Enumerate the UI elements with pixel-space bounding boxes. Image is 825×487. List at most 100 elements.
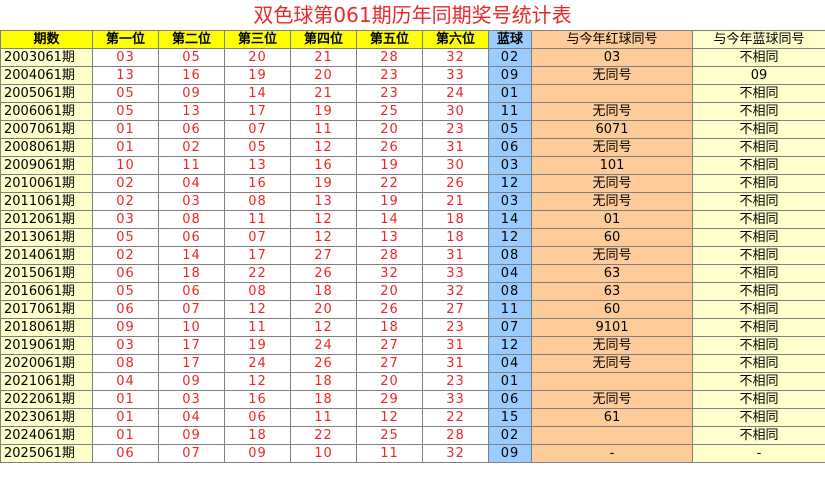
- same-red-cell: [531, 84, 693, 103]
- red-ball-cell: 10: [290, 444, 357, 463]
- red-ball-cell: 11: [290, 408, 357, 427]
- blue-ball-cell: 02: [488, 426, 532, 445]
- red-ball-cell: 23: [422, 120, 489, 139]
- red-ball-cell: 20: [356, 372, 423, 391]
- red-ball-cell: 13: [290, 192, 357, 211]
- same-blue-cell: 不相同: [692, 174, 825, 193]
- red-ball-cell: 20: [224, 48, 291, 67]
- red-ball-cell: 19: [290, 102, 357, 121]
- red-ball-cell: 20: [356, 120, 423, 139]
- same-red-cell: 01: [531, 210, 693, 229]
- red-ball-cell: 18: [290, 282, 357, 301]
- red-ball-cell: 28: [356, 246, 423, 265]
- red-ball-cell: 01: [92, 390, 159, 409]
- same-blue-cell: 不相同: [692, 84, 825, 103]
- blue-ball-cell: 12: [488, 228, 532, 247]
- same-red-cell: 无同号: [531, 102, 693, 121]
- table-row: 2005061期 05 09 14 21 23 24 01 不相同: [0, 84, 825, 103]
- period-cell: 2008061期: [0, 138, 93, 157]
- same-red-cell: 无同号: [531, 246, 693, 265]
- same-blue-cell: 不相同: [692, 264, 825, 283]
- red-ball-cell: 14: [158, 246, 225, 265]
- blue-ball-cell: 12: [488, 336, 532, 355]
- table-row: 2006061期 05 13 17 19 25 30 11 无同号 不相同: [0, 102, 825, 121]
- red-ball-cell: 08: [224, 192, 291, 211]
- red-ball-cell: 28: [356, 48, 423, 67]
- header-period: 期数: [0, 30, 93, 49]
- blue-ball-cell: 11: [488, 102, 532, 121]
- period-cell: 2019061期: [0, 336, 93, 355]
- page-title: 双色球第061期历年同期奖号统计表: [253, 3, 572, 27]
- red-ball-cell: 24: [224, 354, 291, 373]
- same-blue-cell: 不相同: [692, 48, 825, 67]
- red-ball-cell: 31: [422, 138, 489, 157]
- period-cell: 2009061期: [0, 156, 93, 175]
- period-cell: 2012061期: [0, 210, 93, 229]
- red-ball-cell: 14: [224, 84, 291, 103]
- same-blue-cell: 09: [692, 66, 825, 85]
- header-pos2: 第二位: [158, 30, 225, 49]
- red-ball-cell: 19: [224, 336, 291, 355]
- table-row: 2014061期 02 14 17 27 28 31 08 无同号 不相同: [0, 246, 825, 265]
- blue-ball-cell: 15: [488, 408, 532, 427]
- red-ball-cell: 31: [422, 246, 489, 265]
- red-ball-cell: 12: [356, 408, 423, 427]
- blue-ball-cell: 14: [488, 210, 532, 229]
- red-ball-cell: 18: [158, 264, 225, 283]
- red-ball-cell: 07: [224, 228, 291, 247]
- red-ball-cell: 04: [92, 372, 159, 391]
- red-ball-cell: 13: [224, 156, 291, 175]
- red-ball-cell: 03: [92, 210, 159, 229]
- red-ball-cell: 16: [224, 390, 291, 409]
- red-ball-cell: 22: [290, 426, 357, 445]
- table-row: 2021061期 04 09 12 18 20 23 01 不相同: [0, 372, 825, 391]
- table-row: 2012061期 03 08 11 12 14 18 14 01 不相同: [0, 210, 825, 229]
- red-ball-cell: 06: [158, 228, 225, 247]
- red-ball-cell: 27: [290, 246, 357, 265]
- red-ball-cell: 06: [92, 300, 159, 319]
- same-red-cell: 无同号: [531, 390, 693, 409]
- table-row: 2024061期 01 09 18 22 25 28 02 不相同: [0, 426, 825, 445]
- red-ball-cell: 09: [158, 372, 225, 391]
- same-red-cell: 60: [531, 300, 693, 319]
- same-blue-cell: 不相同: [692, 192, 825, 211]
- table-row: 2019061期 03 17 19 24 27 31 12 无同号 不相同: [0, 336, 825, 355]
- table-row: 2025061期 06 07 09 10 11 32 09- -: [0, 444, 825, 463]
- red-ball-cell: 09: [158, 426, 225, 445]
- red-ball-cell: 17: [158, 336, 225, 355]
- same-blue-cell: 不相同: [692, 426, 825, 445]
- header-same-blue: 与今年蓝球同号: [692, 30, 825, 49]
- header-blue: 蓝球: [488, 30, 532, 49]
- period-cell: 2004061期: [0, 66, 93, 85]
- red-ball-cell: 18: [422, 210, 489, 229]
- red-ball-cell: 08: [158, 210, 225, 229]
- same-blue-cell: 不相同: [692, 138, 825, 157]
- red-ball-cell: 05: [92, 282, 159, 301]
- blue-ball-cell: 09: [488, 66, 532, 85]
- red-ball-cell: 11: [290, 120, 357, 139]
- red-ball-cell: 32: [422, 48, 489, 67]
- red-ball-cell: 02: [92, 174, 159, 193]
- same-red-cell: 101: [531, 156, 693, 175]
- red-ball-cell: 16: [224, 174, 291, 193]
- table-row: 2004061期 13 16 19 20 23 33 09 无同号 09: [0, 66, 825, 85]
- blue-ball-cell: 11: [488, 300, 532, 319]
- red-ball-cell: 02: [92, 192, 159, 211]
- red-ball-cell: 32: [356, 264, 423, 283]
- red-ball-cell: 19: [356, 192, 423, 211]
- red-ball-cell: 09: [158, 84, 225, 103]
- header-pos5: 第五位: [356, 30, 423, 49]
- period-cell: 2025061期: [0, 444, 93, 463]
- red-ball-cell: 18: [422, 228, 489, 247]
- same-blue-cell: 不相同: [692, 120, 825, 139]
- red-ball-cell: 01: [92, 120, 159, 139]
- red-ball-cell: 05: [92, 228, 159, 247]
- table-row: 2008061期 01 02 05 12 26 31 06 无同号 不相同: [0, 138, 825, 157]
- red-ball-cell: 23: [422, 318, 489, 337]
- period-cell: 2005061期: [0, 84, 93, 103]
- red-ball-cell: 04: [158, 174, 225, 193]
- blue-ball-cell: 01: [488, 84, 532, 103]
- blue-ball-cell: 04: [488, 264, 532, 283]
- period-cell: 2010061期: [0, 174, 93, 193]
- red-ball-cell: 30: [422, 102, 489, 121]
